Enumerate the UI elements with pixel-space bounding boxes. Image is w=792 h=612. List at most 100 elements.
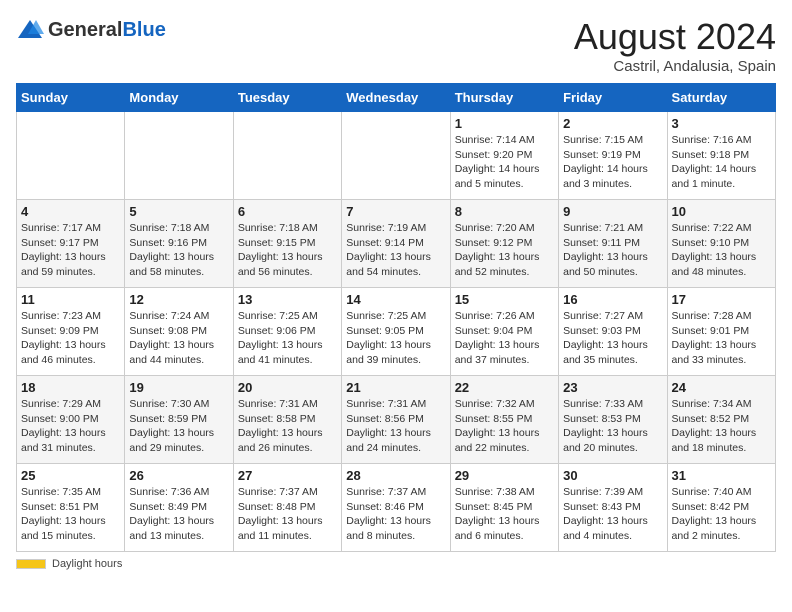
day-info: Sunrise: 7:26 AM Sunset: 9:04 PM Dayligh… xyxy=(455,309,554,368)
day-number: 30 xyxy=(563,468,662,483)
day-info: Sunrise: 7:15 AM Sunset: 9:19 PM Dayligh… xyxy=(563,133,662,192)
day-number: 5 xyxy=(129,204,228,219)
day-number: 29 xyxy=(455,468,554,483)
day-number: 4 xyxy=(21,204,120,219)
calendar-cell xyxy=(125,112,233,200)
day-info: Sunrise: 7:28 AM Sunset: 9:01 PM Dayligh… xyxy=(672,309,771,368)
weekday-header-saturday: Saturday xyxy=(667,84,775,112)
day-number: 1 xyxy=(455,116,554,131)
day-info: Sunrise: 7:37 AM Sunset: 8:48 PM Dayligh… xyxy=(238,485,337,544)
calendar-cell: 1Sunrise: 7:14 AM Sunset: 9:20 PM Daylig… xyxy=(450,112,558,200)
day-number: 26 xyxy=(129,468,228,483)
calendar-cell: 15 Sunrise: 7:26 AM Sunset: 9:04 PM Dayli… xyxy=(450,288,558,376)
daylight-label: Daylight hours xyxy=(52,558,122,570)
logo-general-text: General xyxy=(48,20,122,40)
day-number: 18 xyxy=(21,380,120,395)
day-number: 10 xyxy=(672,204,771,219)
day-number: 31 xyxy=(672,468,771,483)
day-info: Sunrise: 7:33 AM Sunset: 8:53 PM Dayligh… xyxy=(563,397,662,456)
logo-blue-text: Blue xyxy=(122,20,165,40)
calendar-cell: 30 Sunrise: 7:39 AM Sunset: 8:43 PM Dayli… xyxy=(559,464,667,552)
day-info: Sunrise: 7:17 AM Sunset: 9:17 PM Dayligh… xyxy=(21,221,120,280)
weekday-row: SundayMondayTuesdayWednesdayThursdayFrid… xyxy=(17,84,776,112)
day-info: Sunrise: 7:22 AM Sunset: 9:10 PM Dayligh… xyxy=(672,221,771,280)
weekday-header-sunday: Sunday xyxy=(17,84,125,112)
weekday-header-tuesday: Tuesday xyxy=(233,84,341,112)
day-number: 3 xyxy=(672,116,771,131)
day-info: Sunrise: 7:29 AM Sunset: 9:00 PM Dayligh… xyxy=(21,397,120,456)
calendar-cell: 6 Sunrise: 7:18 AM Sunset: 9:15 PM Daylig… xyxy=(233,200,341,288)
day-info: Sunrise: 7:34 AM Sunset: 8:52 PM Dayligh… xyxy=(672,397,771,456)
day-number: 19 xyxy=(129,380,228,395)
calendar-cell: 9 Sunrise: 7:21 AM Sunset: 9:11 PM Daylig… xyxy=(559,200,667,288)
calendar-cell xyxy=(342,112,450,200)
day-number: 6 xyxy=(238,204,337,219)
calendar-table: SundayMondayTuesdayWednesdayThursdayFrid… xyxy=(16,83,776,552)
day-number: 12 xyxy=(129,292,228,307)
calendar-cell: 21Sunrise: 7:31 AM Sunset: 8:56 PM Dayli… xyxy=(342,376,450,464)
day-number: 17 xyxy=(672,292,771,307)
calendar-week-row: 4 Sunrise: 7:17 AM Sunset: 9:17 PM Daylig… xyxy=(17,200,776,288)
logo-icon xyxy=(16,16,44,44)
day-info: Sunrise: 7:19 AM Sunset: 9:14 PM Dayligh… xyxy=(346,221,445,280)
day-info: Sunrise: 7:27 AM Sunset: 9:03 PM Dayligh… xyxy=(563,309,662,368)
calendar-week-row: 18 Sunrise: 7:29 AM Sunset: 9:00 PM Dayli… xyxy=(17,376,776,464)
daylight-bar-icon xyxy=(16,559,46,569)
day-info: Sunrise: 7:21 AM Sunset: 9:11 PM Dayligh… xyxy=(563,221,662,280)
calendar-cell: 20 Sunrise: 7:31 AM Sunset: 8:58 PM Dayli… xyxy=(233,376,341,464)
calendar-cell xyxy=(17,112,125,200)
weekday-header-monday: Monday xyxy=(125,84,233,112)
day-number: 2 xyxy=(563,116,662,131)
day-info: Sunrise: 7:24 AM Sunset: 9:08 PM Dayligh… xyxy=(129,309,228,368)
day-number: 7 xyxy=(346,204,445,219)
month-year: August 2024 xyxy=(574,16,776,58)
day-info: Sunrise: 7:39 AM Sunset: 8:43 PM Dayligh… xyxy=(563,485,662,544)
calendar-week-row: 11Sunrise: 7:23 AM Sunset: 9:09 PM Dayli… xyxy=(17,288,776,376)
day-info: Sunrise: 7:25 AM Sunset: 9:06 PM Dayligh… xyxy=(238,309,337,368)
day-info: Sunrise: 7:30 AM Sunset: 8:59 PM Dayligh… xyxy=(129,397,228,456)
calendar-cell: 26 Sunrise: 7:36 AM Sunset: 8:49 PM Dayli… xyxy=(125,464,233,552)
calendar-cell: 24Sunrise: 7:34 AM Sunset: 8:52 PM Dayli… xyxy=(667,376,775,464)
calendar-cell: 17 Sunrise: 7:28 AM Sunset: 9:01 PM Dayli… xyxy=(667,288,775,376)
calendar-cell: 8 Sunrise: 7:20 AM Sunset: 9:12 PM Daylig… xyxy=(450,200,558,288)
day-info: Sunrise: 7:40 AM Sunset: 8:42 PM Dayligh… xyxy=(672,485,771,544)
calendar-cell: 5 Sunrise: 7:18 AM Sunset: 9:16 PM Daylig… xyxy=(125,200,233,288)
calendar-cell: 25Sunrise: 7:35 AM Sunset: 8:51 PM Dayli… xyxy=(17,464,125,552)
day-info: Sunrise: 7:18 AM Sunset: 9:15 PM Dayligh… xyxy=(238,221,337,280)
calendar-cell: 31 Sunrise: 7:40 AM Sunset: 8:42 PM Dayli… xyxy=(667,464,775,552)
calendar-cell: 16Sunrise: 7:27 AM Sunset: 9:03 PM Dayli… xyxy=(559,288,667,376)
day-info: Sunrise: 7:16 AM Sunset: 9:18 PM Dayligh… xyxy=(672,133,771,192)
day-number: 20 xyxy=(238,380,337,395)
footer-note: Daylight hours xyxy=(16,558,776,570)
day-info: Sunrise: 7:32 AM Sunset: 8:55 PM Dayligh… xyxy=(455,397,554,456)
page-header: GeneralBlue August 2024 Castril, Andalus… xyxy=(16,16,776,75)
day-number: 9 xyxy=(563,204,662,219)
day-info: Sunrise: 7:25 AM Sunset: 9:05 PM Dayligh… xyxy=(346,309,445,368)
day-info: Sunrise: 7:38 AM Sunset: 8:45 PM Dayligh… xyxy=(455,485,554,544)
day-info: Sunrise: 7:36 AM Sunset: 8:49 PM Dayligh… xyxy=(129,485,228,544)
day-number: 23 xyxy=(563,380,662,395)
day-number: 25 xyxy=(21,468,120,483)
day-number: 22 xyxy=(455,380,554,395)
day-info: Sunrise: 7:31 AM Sunset: 8:58 PM Dayligh… xyxy=(238,397,337,456)
calendar-header: SundayMondayTuesdayWednesdayThursdayFrid… xyxy=(17,84,776,112)
day-number: 27 xyxy=(238,468,337,483)
day-number: 21 xyxy=(346,380,445,395)
calendar-cell: 10 Sunrise: 7:22 AM Sunset: 9:10 PM Dayli… xyxy=(667,200,775,288)
calendar-cell: 14Sunrise: 7:25 AM Sunset: 9:05 PM Dayli… xyxy=(342,288,450,376)
calendar-cell: 23 Sunrise: 7:33 AM Sunset: 8:53 PM Dayli… xyxy=(559,376,667,464)
calendar-cell: 28Sunrise: 7:37 AM Sunset: 8:46 PM Dayli… xyxy=(342,464,450,552)
day-info: Sunrise: 7:18 AM Sunset: 9:16 PM Dayligh… xyxy=(129,221,228,280)
calendar-cell: 22 Sunrise: 7:32 AM Sunset: 8:55 PM Dayli… xyxy=(450,376,558,464)
logo: GeneralBlue xyxy=(16,16,166,44)
location: Castril, Andalusia, Spain xyxy=(574,58,776,75)
calendar-cell: 19 Sunrise: 7:30 AM Sunset: 8:59 PM Dayli… xyxy=(125,376,233,464)
calendar-week-row: 25Sunrise: 7:35 AM Sunset: 8:51 PM Dayli… xyxy=(17,464,776,552)
calendar-cell: 11Sunrise: 7:23 AM Sunset: 9:09 PM Dayli… xyxy=(17,288,125,376)
day-number: 15 xyxy=(455,292,554,307)
calendar-body: 1Sunrise: 7:14 AM Sunset: 9:20 PM Daylig… xyxy=(17,112,776,552)
day-info: Sunrise: 7:20 AM Sunset: 9:12 PM Dayligh… xyxy=(455,221,554,280)
day-number: 8 xyxy=(455,204,554,219)
weekday-header-thursday: Thursday xyxy=(450,84,558,112)
calendar-cell: 2 Sunrise: 7:15 AM Sunset: 9:19 PM Daylig… xyxy=(559,112,667,200)
